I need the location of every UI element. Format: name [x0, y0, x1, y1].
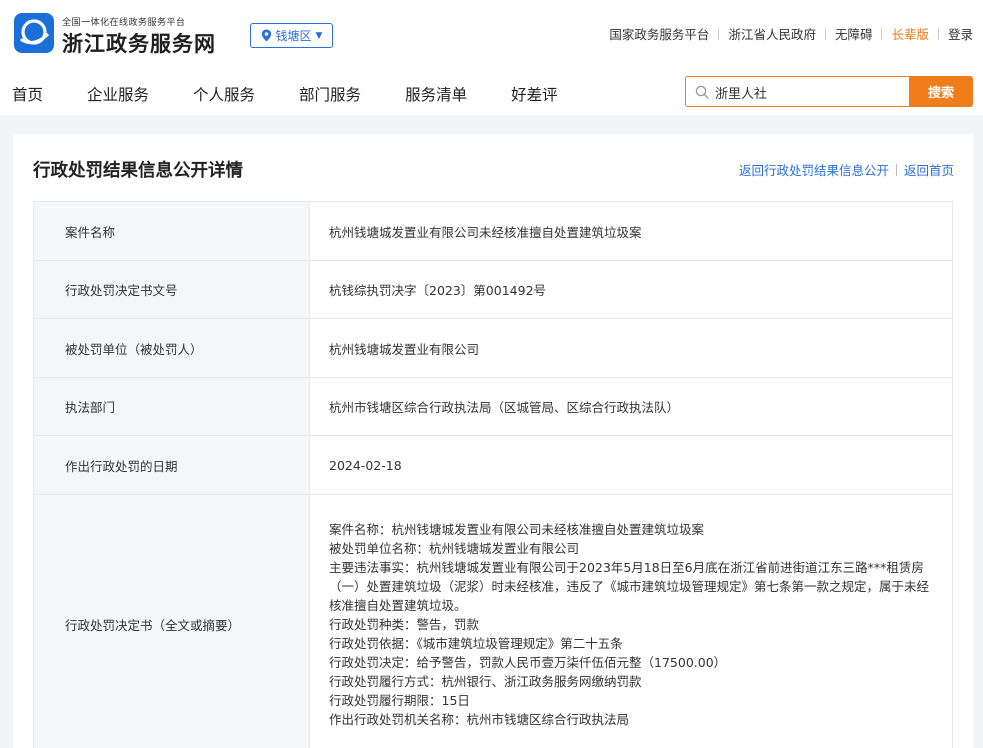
row-label-penalized-party: 被处罚单位（被处罚人） — [33, 318, 310, 378]
detail-table: 案件名称 杭州钱塘城发置业有限公司未经核准擅自处置建筑垃圾案 行政处罚决定书文号… — [33, 201, 953, 748]
brand-title[interactable]: 浙江政务服务网 — [62, 28, 216, 58]
summary-line: 被处罚单位名称：杭州钱塘城发置业有限公司 — [329, 541, 580, 556]
row-value-penalized-party: 杭州钱塘城发置业有限公司 — [309, 318, 953, 378]
row-label-department: 执法部门 — [33, 377, 310, 436]
nav-item-service-list[interactable]: 服务清单 — [405, 83, 467, 105]
summary-line: 行政处罚履行期限：15日 — [329, 693, 470, 708]
link-national-platform[interactable]: 国家政务服务平台 — [600, 24, 718, 43]
back-to-list-link[interactable]: 返回行政处罚结果信息公开 — [739, 160, 889, 179]
row-value-department: 杭州市钱塘区综合行政执法局（区城管局、区综合行政执法队） — [309, 377, 953, 436]
site-logo-icon[interactable] — [14, 13, 54, 53]
page-title: 行政处罚结果信息公开详情 — [33, 161, 243, 181]
back-home-link[interactable]: 返回首页 — [904, 160, 954, 179]
summary-line: 案件名称：杭州钱塘城发置业有限公司未经核准擅自处置建筑垃圾案 — [329, 522, 705, 537]
top-header: 全国一体化在线政务服务平台 浙江政务服务网 钱塘区 ▼ 国家政务服务平台 浙江省… — [0, 0, 983, 115]
search-bar: 搜索 — [685, 76, 973, 107]
row-value-case-name: 杭州钱塘城发置业有限公司未经核准擅自处置建筑垃圾案 — [309, 201, 953, 261]
divider — [895, 163, 897, 176]
summary-line: 主要违法事实：杭州钱塘城发置业有限公司于2023年5月18日至6月底在浙江省前进… — [329, 560, 930, 613]
nav-item-home[interactable]: 首页 — [12, 83, 43, 105]
table-row: 被处罚单位（被处罚人） 杭州钱塘城发置业有限公司 — [33, 318, 953, 378]
row-value-doc-number: 杭钱综执罚决字〔2023〕第001492号 — [309, 260, 953, 319]
table-row: 执法部门 杭州市钱塘区综合行政执法局（区城管局、区综合行政执法队） — [33, 377, 953, 436]
chevron-down-icon: ▼ — [315, 30, 323, 41]
search-box[interactable] — [685, 76, 909, 107]
table-row: 行政处罚决定书（全文或摘要） 案件名称：杭州钱塘城发置业有限公司未经核准擅自处置… — [33, 494, 953, 748]
row-label-date: 作出行政处罚的日期 — [33, 435, 310, 495]
region-selector[interactable]: 钱塘区 ▼ — [250, 23, 333, 48]
row-label-decision-summary: 行政处罚决定书（全文或摘要） — [33, 494, 310, 748]
nav-item-department[interactable]: 部门服务 — [299, 83, 361, 105]
search-icon — [695, 85, 709, 99]
link-accessibility[interactable]: 无障碍 — [826, 24, 882, 43]
row-label-case-name: 案件名称 — [33, 201, 310, 261]
summary-line: 行政处罚决定：给予警告，罚款人民币壹万柒仟伍佰元整（17500.00） — [329, 655, 727, 670]
location-pin-icon — [261, 29, 271, 42]
link-elder-mode[interactable]: 长辈版 — [882, 24, 938, 43]
row-label-doc-number: 行政处罚决定书文号 — [33, 260, 310, 319]
top-links: 国家政务服务平台 浙江省人民政府 无障碍 长辈版 登录 — [600, 24, 973, 43]
summary-line: 行政处罚履行方式：杭州银行、浙江政务服务网缴纳罚款 — [329, 674, 642, 689]
brand-subtitle: 全国一体化在线政务服务平台 — [62, 18, 186, 28]
summary-line: 行政处罚种类：警告，罚款 — [329, 617, 480, 632]
row-value-date: 2024-02-18 — [309, 435, 953, 495]
link-province-government[interactable]: 浙江省人民政府 — [719, 24, 825, 43]
table-row: 作出行政处罚的日期 2024-02-18 — [33, 435, 953, 495]
detail-panel: 行政处罚结果信息公开详情 返回行政处罚结果信息公开 返回首页 案件名称 杭州钱塘… — [13, 134, 973, 748]
nav-item-rating[interactable]: 好差评 — [511, 83, 558, 105]
panel-links: 返回行政处罚结果信息公开 返回首页 — [739, 160, 954, 179]
nav-item-personal[interactable]: 个人服务 — [193, 83, 255, 105]
table-row: 案件名称 杭州钱塘城发置业有限公司未经核准擅自处置建筑垃圾案 — [33, 201, 953, 261]
search-input[interactable] — [715, 82, 900, 102]
search-button[interactable]: 搜索 — [909, 76, 973, 107]
region-label: 钱塘区 — [275, 29, 312, 43]
summary-line: 行政处罚依据：《城市建筑垃圾管理规定》第二十五条 — [329, 636, 623, 651]
nav-item-enterprise[interactable]: 企业服务 — [87, 83, 149, 105]
row-value-decision-summary: 案件名称：杭州钱塘城发置业有限公司未经核准擅自处置建筑垃圾案 被处罚单位名称：杭… — [309, 494, 953, 748]
main-nav: 首页 企业服务 个人服务 部门服务 服务清单 好差评 — [12, 83, 602, 105]
login-link[interactable]: 登录 — [939, 24, 973, 43]
table-row: 行政处罚决定书文号 杭钱综执罚决字〔2023〕第001492号 — [33, 260, 953, 319]
summary-line: 作出行政处罚机关名称：杭州市钱塘区综合行政执法局 — [329, 712, 630, 727]
